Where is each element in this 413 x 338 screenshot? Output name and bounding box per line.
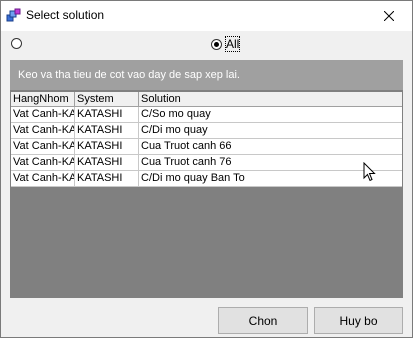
- table-row[interactable]: Vat Canh-KA KATASHI C/Di mo quay: [11, 123, 402, 139]
- group-by-hint: Keo va tha tieu de cot vao day de sap xe…: [18, 69, 240, 81]
- radio-unselected[interactable]: [11, 38, 22, 49]
- cell-hangnhom: Vat Canh-KA: [11, 171, 75, 187]
- cell-solution: Cua Truot canh 66: [141, 140, 232, 152]
- table-row[interactable]: Vat Canh-KA KATASHI C/So mo quay: [11, 107, 402, 123]
- solution-grid: Keo va tha tieu de cot vao day de sap xe…: [10, 60, 403, 298]
- cell-system: KATASHI: [75, 155, 139, 171]
- table-row[interactable]: Vat Canh-KA KATASHI Cua Truot canh 76: [11, 155, 402, 171]
- solution-table: HangNhom System Solution Vat Canh-KA KAT…: [11, 92, 402, 187]
- radio-option-all[interactable]: All: [211, 36, 241, 52]
- cell-hangnhom: Vat Canh-KA: [11, 139, 75, 155]
- column-header-system[interactable]: System: [75, 92, 139, 106]
- radio-option-empty[interactable]: [11, 38, 26, 49]
- cell-system: KATASHI: [75, 107, 139, 123]
- table-header: HangNhom System Solution: [11, 92, 402, 107]
- cell-solution: C/Di mo quay: [141, 124, 208, 136]
- close-icon: [384, 11, 394, 21]
- table-row[interactable]: Vat Canh-KA KATASHI C/Di mo quay Ban To: [11, 171, 402, 187]
- radio-label-all: All: [224, 36, 241, 52]
- cell-system: KATASHI: [75, 123, 139, 139]
- cell-solution: C/So mo quay: [141, 108, 211, 120]
- window-title: Select solution: [26, 8, 105, 22]
- select-button[interactable]: Chon: [218, 307, 308, 334]
- app-icon: [6, 8, 21, 22]
- table-row[interactable]: Vat Canh-KA KATASHI Cua Truot canh 66: [11, 139, 402, 155]
- group-by-panel[interactable]: Keo va tha tieu de cot vao day de sap xe…: [10, 60, 403, 90]
- cell-hangnhom: Vat Canh-KA: [11, 155, 75, 171]
- close-button[interactable]: [366, 1, 412, 31]
- cell-hangnhom: Vat Canh-KA: [11, 107, 75, 123]
- cell-system: KATASHI: [75, 139, 139, 155]
- cancel-button[interactable]: Huy bo: [314, 307, 403, 334]
- cell-system: KATASHI: [75, 171, 139, 187]
- column-header-hangnhom[interactable]: HangNhom: [11, 92, 75, 106]
- cell-hangnhom: Vat Canh-KA: [11, 123, 75, 139]
- radio-selected[interactable]: [211, 38, 222, 50]
- column-header-solution[interactable]: Solution: [139, 92, 402, 106]
- title-bar: Select solution: [1, 1, 412, 31]
- mouse-pointer-icon: [363, 162, 376, 182]
- select-solution-dialog: Select solution All Keo va tha tieu de c…: [0, 0, 413, 338]
